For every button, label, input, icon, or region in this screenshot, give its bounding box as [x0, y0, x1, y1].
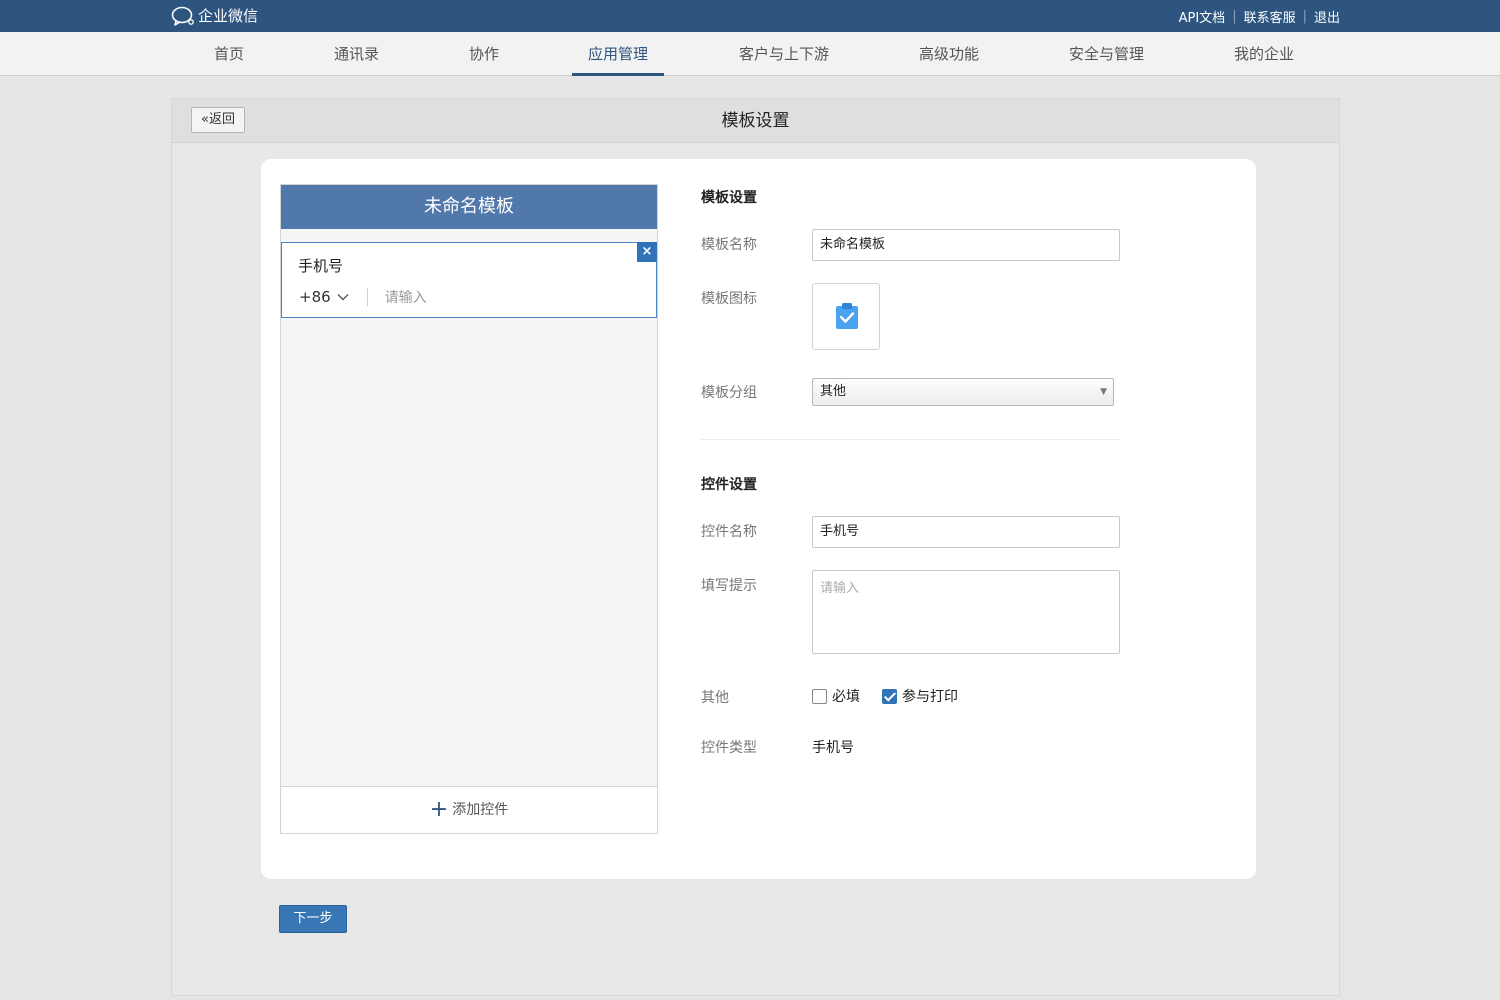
preview-field-phone[interactable]: × 手机号 +86 请输入	[281, 242, 657, 318]
main-nav: 首页 通讯录 协作 应用管理 客户与上下游 高级功能 安全与管理 我的企业	[0, 32, 1500, 76]
print-option[interactable]: 参与打印	[882, 686, 958, 706]
template-group-select[interactable]: 其他 ▼	[812, 378, 1114, 406]
preview-header: 未命名模板	[281, 185, 657, 229]
phone-input-placeholder[interactable]: 请输入	[385, 287, 427, 307]
nav-advanced[interactable]: 高级功能	[919, 32, 979, 76]
other-label: 其他	[701, 690, 729, 706]
control-settings-title: 控件设置	[701, 477, 757, 493]
template-icon-picker[interactable]	[812, 283, 880, 350]
control-name-input[interactable]: 手机号	[812, 516, 1120, 548]
link-separator: |	[1302, 9, 1307, 24]
hint-label: 填写提示	[701, 578, 757, 594]
country-code-select[interactable]: +86	[299, 288, 349, 306]
chat-bubble-icon	[171, 6, 194, 26]
required-option[interactable]: 必填	[812, 686, 860, 706]
control-type-label: 控件类型	[701, 740, 757, 756]
settings-panel: 模板设置 模板名称 未命名模板 模板图标 模板分组 其他 ▼ 控件设置 控件名称…	[701, 159, 1201, 879]
template-settings-title: 模板设置	[701, 190, 757, 206]
nav-app-management[interactable]: 应用管理	[571, 32, 665, 76]
preview-field-label: 手机号	[298, 257, 344, 275]
add-control-button[interactable]: + 添加控件	[281, 786, 657, 833]
close-icon[interactable]: ×	[637, 242, 657, 262]
control-name-label: 控件名称	[701, 524, 757, 540]
caret-down-icon: ▼	[1100, 387, 1107, 397]
app-name: 企业微信	[198, 7, 259, 25]
hint-textarea[interactable]: 请输入	[812, 570, 1120, 654]
control-type-value: 手机号	[812, 740, 854, 756]
contact-support-link[interactable]: 联系客服	[1244, 7, 1296, 26]
template-group-value: 其他	[820, 384, 847, 399]
preview-field-row: +86 请输入	[299, 287, 427, 307]
divider	[366, 288, 368, 306]
api-docs-link[interactable]: API文档	[1179, 7, 1226, 26]
content-panel: 模板设置 «返回 未命名模板 × 手机号 +86 请输入 + 添加控件 模板设置…	[171, 98, 1340, 996]
template-group-label: 模板分组	[701, 385, 757, 401]
next-button[interactable]: 下一步	[279, 905, 347, 933]
nav-home[interactable]: 首页	[214, 32, 244, 76]
top-bar: 企业微信 API文档 | 联系客服 | 退出	[0, 0, 1500, 32]
template-name-input[interactable]: 未命名模板	[812, 229, 1120, 261]
add-control-label: 添加控件	[452, 802, 509, 818]
plus-icon: +	[429, 797, 449, 822]
app-logo[interactable]: 企业微信	[171, 5, 258, 26]
top-links: API文档 | 联系客服 | 退出	[1179, 7, 1340, 26]
options-checkboxes: 必填 参与打印	[812, 686, 980, 706]
template-icon-label: 模板图标	[701, 291, 757, 307]
print-label: 参与打印	[902, 689, 958, 705]
chevron-down-icon	[337, 294, 349, 301]
template-preview: 未命名模板 × 手机号 +86 请输入 + 添加控件	[280, 184, 658, 834]
nav-customers[interactable]: 客户与上下游	[739, 32, 829, 76]
country-code-value: +86	[299, 288, 331, 306]
section-divider	[701, 439, 1121, 440]
panel-header: 模板设置 «返回	[172, 99, 1339, 143]
page-title: 模板设置	[721, 111, 790, 131]
nav-my-company[interactable]: 我的企业	[1234, 32, 1294, 76]
nav-collaboration[interactable]: 协作	[469, 32, 499, 76]
required-label: 必填	[832, 689, 860, 705]
back-button[interactable]: «返回	[191, 107, 245, 133]
logout-link[interactable]: 退出	[1314, 7, 1340, 26]
double-chevron-left-icon: «	[201, 112, 209, 127]
back-label: 返回	[208, 112, 235, 127]
clipboard-check-icon	[836, 303, 858, 329]
required-checkbox[interactable]	[812, 688, 827, 704]
nav-security[interactable]: 安全与管理	[1069, 32, 1144, 76]
link-separator: |	[1232, 9, 1237, 24]
nav-contacts[interactable]: 通讯录	[334, 32, 379, 76]
editor-card: 未命名模板 × 手机号 +86 请输入 + 添加控件 模板设置 模板名称 未命名…	[261, 159, 1256, 879]
print-checkbox[interactable]	[882, 688, 897, 704]
template-name-label: 模板名称	[701, 237, 757, 253]
